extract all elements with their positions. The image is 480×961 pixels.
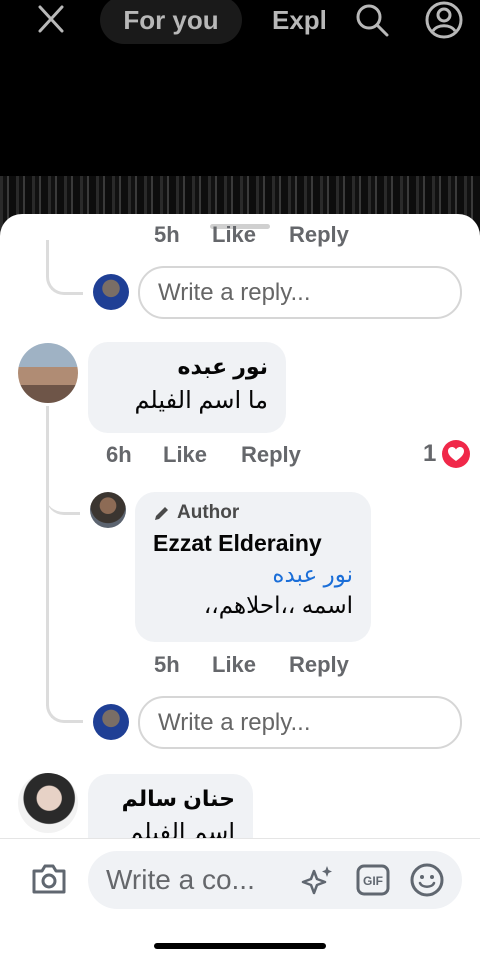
thread-connector [46,476,80,515]
tab-explore[interactable]: Expl [272,2,342,38]
close-button[interactable] [34,4,68,34]
avatar [18,343,78,403]
profile-button[interactable] [424,0,464,40]
reply-author[interactable]: Ezzat Elderainy [153,530,353,557]
comment-time: 6h [106,442,132,467]
author-badge: Author [153,502,353,524]
gif-button[interactable]: GIF [356,864,390,896]
mention-link[interactable]: نور عبده [153,561,353,588]
camera-button[interactable] [30,863,68,895]
avatar [18,773,78,833]
reply-input[interactable]: Write a reply... [138,696,462,749]
gif-icon: GIF [356,864,390,896]
reply-time: 5h [154,652,180,677]
comment-composer: Write a co... GIF [0,838,480,961]
comment-bubble: نور عبده ما اسم الفيلم [88,342,286,433]
thread-connector [46,240,83,295]
like-button[interactable]: Like [212,652,256,678]
comment-author[interactable]: نور عبده [106,354,268,380]
pencil-icon [155,507,168,520]
reply-input[interactable]: Write a reply... [138,266,462,319]
reply-bubble: Author Ezzat Elderainy نور عبده اسمه ،،ا… [135,492,371,642]
search-button[interactable] [354,2,390,38]
prev-reply-like-button[interactable]: Like [212,222,256,248]
sticker-button[interactable] [300,863,336,897]
emoji-icon [410,863,444,897]
emoji-button[interactable] [410,863,444,897]
camera-icon [32,864,66,894]
heart-reaction-icon[interactable] [442,440,470,468]
avatar [93,274,129,310]
close-icon [38,5,64,33]
tab-for-you[interactable]: For you [100,0,242,44]
home-indicator [154,943,326,949]
reaction-count[interactable]: 1 [423,440,436,468]
search-icon [356,4,389,37]
author-badge-label: Author [177,502,240,523]
comment-author[interactable]: حنان سالم [106,786,235,812]
thread-line [46,406,49,706]
comment-text: ما اسم الفيلم [134,387,268,414]
sparkle-sticker-icon [301,866,332,895]
prev-reply-time: 5h [154,222,180,247]
reply-text: اسمه ،،احلاهم،، [203,592,353,618]
prev-reply-reply-button[interactable]: Reply [289,222,349,248]
svg-text:GIF: GIF [363,874,383,888]
profile-icon [425,1,463,39]
comment-input[interactable]: Write a co... GIF [88,851,462,909]
thread-connector [46,684,83,723]
like-button[interactable]: Like [163,442,207,468]
comment-placeholder: Write a co... [106,864,255,895]
avatar [93,704,129,740]
avatar [90,492,126,528]
top-nav: For you Expl [0,0,480,44]
reply-button[interactable]: Reply [241,442,301,468]
reply-button[interactable]: Reply [289,652,349,678]
